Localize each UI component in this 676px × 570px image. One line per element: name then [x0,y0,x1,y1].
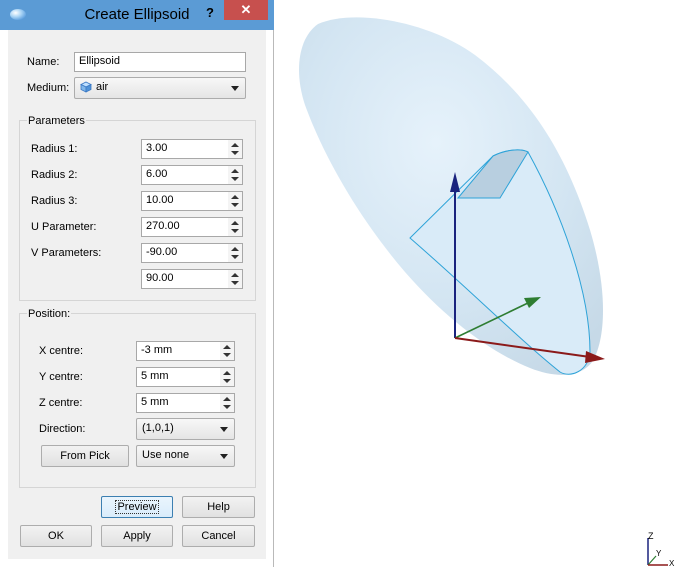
spin-up-icon[interactable] [231,195,239,199]
close-button[interactable]: ✕ [224,0,268,20]
z-centre-label: Z centre: [39,397,83,409]
orientation-y-label: Y [656,549,662,558]
x-centre-stepper[interactable] [220,341,235,361]
radius2-stepper[interactable] [228,165,243,185]
dialog-titlebar[interactable]: Create Ellipsoid ? ✕ [0,0,274,30]
z-centre-field[interactable]: 5 mm [136,393,221,413]
radius2-field[interactable]: 6.00 [141,165,229,185]
scene-svg: Z Y X [298,17,675,568]
cancel-button[interactable]: Cancel [182,525,255,547]
preview-label: Preview [115,500,159,514]
use-select[interactable]: Use none [136,445,235,467]
chevron-down-icon [220,427,228,432]
radius1-label: Radius 1: [31,143,78,155]
medium-value: air [96,81,109,93]
3d-viewport[interactable]: Z Y X [275,0,676,568]
spin-up-icon[interactable] [231,169,239,173]
name-label: Name: [27,56,60,68]
spin-up-icon[interactable] [231,143,239,147]
v-parameter-min-spinbox[interactable]: -90.00 [141,243,243,263]
spin-up-icon[interactable] [223,345,231,349]
x-centre-spinbox[interactable]: -3 mm [136,341,235,361]
spin-down-icon[interactable] [231,281,239,285]
y-centre-spinbox[interactable]: 5 mm [136,367,235,387]
radius3-field[interactable]: 10.00 [141,191,229,211]
z-centre-spinbox[interactable]: 5 mm [136,393,235,413]
y-centre-field[interactable]: 5 mm [136,367,221,387]
spin-down-icon[interactable] [231,255,239,259]
v-parameter-min-field[interactable]: -90.00 [141,243,229,263]
spin-up-icon[interactable] [231,247,239,251]
u-parameter-spinbox[interactable]: 270.00 [141,217,243,237]
spin-down-icon[interactable] [231,151,239,155]
spin-down-icon[interactable] [231,177,239,181]
y-centre-stepper[interactable] [220,367,235,387]
spin-down-icon[interactable] [223,353,231,357]
spin-down-icon[interactable] [231,203,239,207]
medium-label: Medium: [27,82,70,94]
apply-button[interactable]: Apply [101,525,173,547]
use-value: Use none [142,449,190,461]
help-button[interactable]: Help [182,496,255,518]
spin-down-icon[interactable] [223,405,231,409]
v-parameter-max-spinbox[interactable]: 90.00 [141,269,243,289]
x-centre-label: X centre: [39,345,84,357]
radius2-label: Radius 2: [31,169,78,181]
create-ellipsoid-dialog: Create Ellipsoid ? ✕ Name: Ellipsoid Med… [0,0,274,567]
direction-value: (1,0,1) [142,422,174,434]
direction-select[interactable]: (1,0,1) [136,418,235,440]
z-centre-stepper[interactable] [220,393,235,413]
spin-up-icon[interactable] [223,371,231,375]
preview-button[interactable]: Preview [101,496,173,518]
x-centre-field[interactable]: -3 mm [136,341,221,361]
radius1-spinbox[interactable]: 3.00 [141,139,243,159]
orientation-y-line [647,555,657,566]
help-icon[interactable]: ? [200,3,220,23]
direction-label: Direction: [39,423,86,435]
chevron-down-icon [231,86,239,91]
v-parameter-min-stepper[interactable] [228,243,243,263]
dialog-body: Name: Ellipsoid Medium: air Parameters R… [8,30,266,559]
name-input[interactable]: Ellipsoid [74,52,246,72]
radius3-spinbox[interactable]: 10.00 [141,191,243,211]
v-parameter-max-stepper[interactable] [228,269,243,289]
spin-up-icon[interactable] [223,397,231,401]
spin-up-icon[interactable] [231,221,239,225]
position-group-title: Position: [27,308,72,320]
spin-down-icon[interactable] [223,379,231,383]
u-parameter-label: U Parameter: [31,221,97,233]
u-parameter-field[interactable]: 270.00 [141,217,229,237]
y-centre-label: Y centre: [39,371,83,383]
u-parameter-stepper[interactable] [228,217,243,237]
radius1-stepper[interactable] [228,139,243,159]
v-parameters-label: V Parameters: [31,247,102,259]
from-pick-button[interactable]: From Pick [41,445,129,467]
radius3-stepper[interactable] [228,191,243,211]
medium-select[interactable]: air [74,77,246,99]
cube-icon [80,81,92,93]
radius3-label: Radius 3: [31,195,78,207]
chevron-down-icon [220,454,228,459]
v-parameter-max-field[interactable]: 90.00 [141,269,229,289]
spin-down-icon[interactable] [231,229,239,233]
radius1-field[interactable]: 3.00 [141,139,229,159]
orientation-z-label: Z [648,531,654,541]
spin-up-icon[interactable] [231,273,239,277]
radius2-spinbox[interactable]: 6.00 [141,165,243,185]
parameters-group-title: Parameters [27,115,86,127]
ok-button[interactable]: OK [20,525,92,547]
orientation-x-label: X [669,559,675,567]
